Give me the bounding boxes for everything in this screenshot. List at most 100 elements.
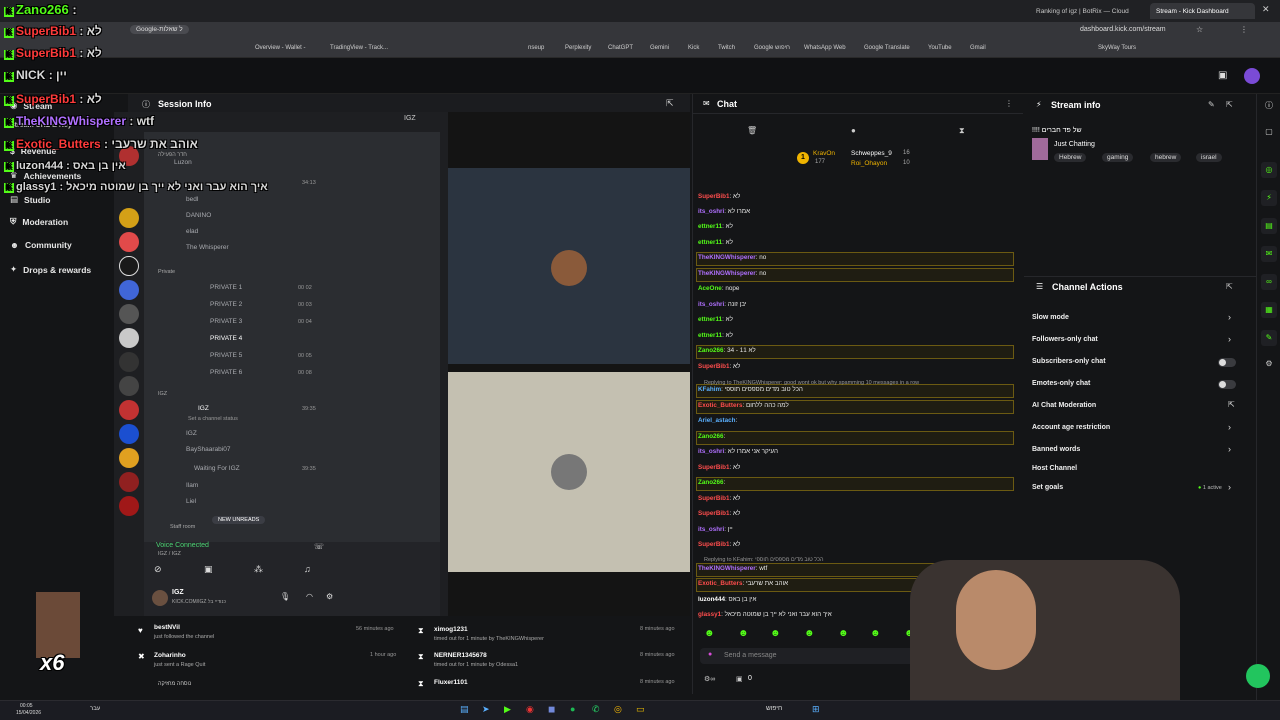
emote-icon[interactable]: ☻ — [838, 628, 849, 639]
layout-icon[interactable]: ▢ — [1261, 124, 1277, 140]
trash-icon[interactable]: 🗑 — [747, 126, 757, 135]
voice-channel-waiting[interactable]: Waiting For IGZ — [194, 465, 240, 472]
chat-bubble-icon[interactable]: ● — [851, 126, 856, 135]
chat-username[interactable]: TheKINGWhisperer — [698, 254, 756, 261]
chat-username[interactable]: its_oshri — [698, 208, 724, 215]
chat-message[interactable]: TheKINGWhisperer: wtf — [698, 565, 767, 572]
chevron-right-icon[interactable]: › — [1228, 312, 1231, 322]
voice-channel-private-2[interactable]: PRIVATE 2 — [210, 301, 242, 308]
emotes-only-toggle[interactable] — [1218, 380, 1236, 389]
browser-tab-botrix[interactable]: Ranking of igz | BotRix — Cloud — [1030, 3, 1140, 19]
chat-settings-icon[interactable]: ⚙∞ — [704, 675, 715, 683]
bookmark-item[interactable]: nseup — [528, 45, 544, 51]
chat-message[interactable]: Exotic_Butters: למה כהה ללחום — [698, 402, 789, 409]
server-icon[interactable] — [119, 208, 139, 228]
menu-dots-icon[interactable]: ⋮ — [1240, 25, 1248, 34]
hourglass-icon[interactable]: ⧗ — [959, 126, 965, 136]
ai-chat-moderation-action[interactable]: AI Chat Moderation — [1032, 402, 1096, 409]
chat-message[interactable]: ettner11: לא — [698, 239, 733, 246]
chat-username[interactable]: ettner11 — [698, 239, 722, 246]
set-goals-action[interactable]: Set goals — [1032, 484, 1063, 491]
server-icon[interactable] — [119, 256, 139, 276]
whatsapp-taskbar-icon[interactable]: ✆ — [592, 704, 600, 715]
chat-username[interactable]: SuperBib1 — [698, 510, 730, 517]
chat-message[interactable]: SuperBib1: לא — [698, 464, 740, 471]
soundboard-icon[interactable]: ♫ — [304, 564, 311, 574]
voice-user[interactable]: Liel — [186, 498, 196, 505]
address-bar[interactable]: Google-ל שאלות dashboard.kick.com/stream… — [0, 22, 1280, 40]
chat-username[interactable]: SuperBib1 — [698, 363, 730, 370]
server-icon[interactable] — [119, 304, 139, 324]
bookmark-item[interactable]: SkyWay Tours — [1098, 45, 1136, 51]
bookmark-item[interactable]: Google Translate — [864, 45, 910, 51]
chat-message[interactable]: its_oshri: יבן זונה — [698, 301, 747, 308]
chat-username[interactable]: its_oshri — [698, 526, 724, 533]
bookmark-item[interactable]: Kick — [688, 45, 699, 51]
chat-fab-icon[interactable] — [1246, 664, 1270, 688]
search-chip[interactable]: Google-ל שאלות — [130, 25, 189, 34]
category-name[interactable]: Just Chatting — [1054, 141, 1095, 148]
edit-icon[interactable]: ✎ — [1208, 100, 1215, 109]
chat-username[interactable]: SuperBib1 — [698, 193, 730, 200]
taskbar-app-icon[interactable]: ◉ — [526, 704, 534, 715]
chat-message[interactable]: its_oshri: העיקר אני אמרו לא — [698, 448, 778, 455]
emote-icon[interactable]: ☻ — [704, 628, 715, 639]
chat-username[interactable]: Exotic_Butters — [698, 580, 742, 587]
account-age-action[interactable]: Account age restriction — [1032, 424, 1110, 431]
chat-message[interactable]: TheKINGWhisperer: no — [698, 270, 766, 277]
bookmark-item[interactable]: YouTube — [928, 45, 952, 51]
server-icon[interactable] — [119, 232, 139, 252]
chevron-right-icon[interactable]: › — [1228, 422, 1231, 432]
voice-user[interactable]: bedl — [186, 196, 198, 203]
chat-message[interactable]: glassy1: איך הוא עבר ואני לא ייך בן שמוט… — [698, 611, 832, 618]
chat-username[interactable]: luzon444 — [698, 596, 725, 603]
chevron-right-icon[interactable]: › — [1228, 334, 1231, 344]
voice-channel-igz[interactable]: IGZ — [198, 405, 209, 412]
chat-message[interactable]: ettner11: לא — [698, 332, 733, 339]
tool-icon[interactable]: ✎ — [1261, 330, 1277, 346]
profile-avatar[interactable] — [1244, 68, 1260, 84]
chat-username[interactable]: SuperBib1 — [698, 495, 730, 502]
mute-icon[interactable]: 🎙 — [280, 592, 290, 601]
bookmark-item[interactable]: Gmail — [970, 45, 986, 51]
chat-username[interactable]: its_oshri — [698, 448, 724, 455]
chat-username[interactable]: SuperBib1 — [698, 464, 730, 471]
chat-username[interactable]: Exotic_Butters — [698, 402, 742, 409]
voice-user[interactable]: IGZ — [186, 430, 197, 437]
chat-message[interactable]: ettner11: לא — [698, 223, 733, 230]
chat-menu-icon[interactable]: ⋮ — [1005, 99, 1013, 108]
chat-username[interactable]: Zano266 — [698, 433, 724, 440]
chat-username[interactable]: SuperBib1 — [698, 541, 730, 548]
taskbar-search[interactable]: חיפוש — [766, 705, 782, 712]
chat-username[interactable]: glassy1 — [698, 611, 721, 618]
tool-icon[interactable]: ⚡ — [1261, 190, 1277, 206]
bookmark-item[interactable]: ChatGPT — [608, 45, 633, 51]
chat-message[interactable]: its_oshri: יין — [698, 526, 733, 533]
settings-gear-icon[interactable]: ⚙ — [326, 592, 333, 601]
spotify-taskbar-icon[interactable]: ● — [570, 704, 575, 714]
chat-username[interactable]: TheKINGWhisperer — [698, 565, 756, 572]
external-link-icon[interactable]: ⇱ — [1226, 282, 1233, 291]
camera-off-icon[interactable]: ⊘ — [154, 564, 162, 575]
chat-message[interactable]: Ariel_astach: — [698, 417, 737, 424]
event-user[interactable]: NERNER1345678 — [434, 652, 487, 659]
server-icon[interactable] — [119, 424, 139, 444]
chat-username[interactable]: its_oshri — [698, 301, 724, 308]
chat-username[interactable]: Zano266 — [698, 479, 724, 486]
bookmark-item[interactable]: Gemini — [650, 45, 669, 51]
close-window-icon[interactable]: ✕ — [1262, 4, 1270, 15]
voice-user[interactable]: elad — [186, 228, 198, 235]
followers-only-action[interactable]: Followers-only chat — [1032, 336, 1098, 343]
disconnect-icon[interactable]: ☏ — [314, 542, 324, 551]
chat-username[interactable]: ettner11 — [698, 332, 722, 339]
tool-icon[interactable]: ▦ — [1261, 302, 1277, 318]
chevron-right-icon[interactable]: › — [1228, 444, 1231, 454]
chat-username[interactable]: ettner11 — [698, 223, 722, 230]
server-icon[interactable] — [119, 280, 139, 300]
chat-username[interactable]: KFahim — [698, 386, 721, 393]
deafen-icon[interactable]: ◠ — [306, 592, 313, 601]
emote-icon[interactable]: ☻ — [804, 628, 815, 639]
star-icon[interactable]: ☆ — [1196, 25, 1203, 34]
server-icon[interactable] — [119, 376, 139, 396]
notifications-icon[interactable]: ▣ — [1218, 70, 1227, 81]
